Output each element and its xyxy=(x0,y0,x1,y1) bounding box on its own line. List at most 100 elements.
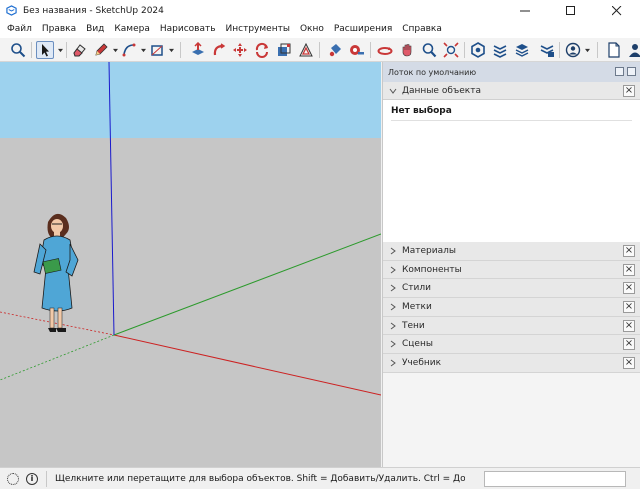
pan-tool-button[interactable] xyxy=(398,41,416,59)
close-panel-button[interactable]: × xyxy=(623,301,635,314)
panel-label: Тени xyxy=(402,320,425,331)
search-tool-button[interactable] xyxy=(9,41,27,59)
menu-draw[interactable]: Нарисовать xyxy=(155,21,221,38)
scale-tool-button[interactable] xyxy=(275,41,293,59)
paint-bucket-tool-button[interactable] xyxy=(326,41,344,59)
chevron-down-icon[interactable] xyxy=(113,48,118,53)
warehouse-icon xyxy=(471,42,485,58)
panel-tags[interactable]: Метки × xyxy=(383,298,640,317)
main-toolbar xyxy=(0,38,640,62)
panel-label: Материалы xyxy=(402,245,456,256)
panel-materials[interactable]: Материалы × xyxy=(383,242,640,261)
tray-header: Лоток по умолчанию xyxy=(383,62,640,82)
document-icon xyxy=(608,42,620,58)
panel-shadows[interactable]: Тени × xyxy=(383,316,640,336)
eraser-icon xyxy=(73,44,86,57)
menu-camera[interactable]: Камера xyxy=(109,21,154,38)
chevron-right-icon xyxy=(390,247,396,255)
menu-help[interactable]: Справка xyxy=(397,21,447,38)
pin-tray-button[interactable] xyxy=(615,67,624,76)
red-axis xyxy=(113,334,381,396)
menu-window[interactable]: Окно xyxy=(295,21,329,38)
chevron-down-icon[interactable] xyxy=(585,48,590,53)
minimize-button[interactable] xyxy=(502,0,548,21)
menu-extensions[interactable]: Расширения xyxy=(329,21,397,38)
new-file-button[interactable] xyxy=(605,41,623,59)
person-icon xyxy=(629,44,640,57)
zoom-extents-tool-button[interactable] xyxy=(442,41,460,59)
close-panel-button[interactable]: × xyxy=(623,282,635,295)
layout-button[interactable] xyxy=(513,41,531,59)
move-icon xyxy=(233,43,247,57)
drawing-viewport[interactable] xyxy=(0,62,381,467)
chevron-right-icon xyxy=(390,322,396,329)
account-button[interactable] xyxy=(564,41,582,59)
user-circle-icon xyxy=(565,42,581,58)
menu-edit[interactable]: Правка xyxy=(37,21,81,38)
entity-info-body: Нет выбора xyxy=(383,100,640,242)
maximize-button[interactable] xyxy=(548,0,594,21)
measurements-box[interactable] xyxy=(484,471,626,487)
follow-me-tool-button[interactable] xyxy=(210,41,228,59)
arc-icon xyxy=(122,43,136,57)
zoom-extents-icon xyxy=(443,42,459,58)
close-tray-button[interactable] xyxy=(627,67,636,76)
close-panel-button[interactable]: × xyxy=(623,245,635,257)
rectangle-icon xyxy=(151,45,163,56)
green-axis-negative xyxy=(0,334,115,381)
title-bar: Без названия - SketchUp 2024 xyxy=(0,0,640,21)
close-panel-button[interactable]: × xyxy=(623,263,635,276)
pencil-icon xyxy=(95,43,108,56)
move-tool-button[interactable] xyxy=(231,41,249,59)
orbit-tool-button[interactable] xyxy=(376,41,394,59)
pencil-tool-button[interactable] xyxy=(92,41,110,59)
panel-label: Метки xyxy=(402,301,432,312)
menu-bar: Файл Правка Вид Камера Нарисовать Инстру… xyxy=(0,21,640,38)
chevron-right-icon xyxy=(390,303,396,311)
paint-bucket-icon xyxy=(329,44,341,57)
eraser-tool-button[interactable] xyxy=(70,41,88,59)
close-panel-button[interactable]: × xyxy=(623,85,635,97)
window-title: Без названия - SketchUp 2024 xyxy=(23,5,164,16)
menu-file[interactable]: Файл xyxy=(2,21,37,38)
panel-styles[interactable]: Стили × xyxy=(383,279,640,299)
chevron-down-icon[interactable] xyxy=(169,48,174,53)
panel-scenes[interactable]: Сцены × xyxy=(383,335,640,355)
close-panel-button[interactable]: × xyxy=(623,319,635,332)
scale-figure xyxy=(33,213,79,332)
arc-tool-button[interactable] xyxy=(120,41,138,59)
select-tool-button[interactable] xyxy=(36,41,54,59)
chevron-down-icon[interactable] xyxy=(58,48,63,53)
panel-label: Стили xyxy=(402,283,431,294)
geo-location-icon[interactable] xyxy=(7,472,19,485)
offset-tool-button[interactable] xyxy=(297,41,315,59)
entity-info-header[interactable]: Данные объекта × xyxy=(383,82,640,100)
rotate-tool-button[interactable] xyxy=(253,41,271,59)
chevron-down-icon[interactable] xyxy=(141,48,146,53)
default-tray: Лоток по умолчанию Данные объекта × Нет … xyxy=(382,62,640,467)
rotate-icon xyxy=(255,42,268,58)
green-axis xyxy=(113,233,381,336)
rectangle-tool-button[interactable] xyxy=(148,41,166,59)
zoom-tool-button[interactable] xyxy=(420,41,438,59)
close-panel-button[interactable]: × xyxy=(623,357,635,370)
selection-status: Нет выбора xyxy=(391,106,632,121)
sketchup-logo-icon xyxy=(6,5,17,16)
info-icon[interactable]: i xyxy=(26,472,38,485)
tape-measure-tool-button[interactable] xyxy=(348,41,366,59)
extension-manager-button[interactable] xyxy=(538,41,556,59)
profile-button[interactable] xyxy=(626,41,640,59)
menu-tools[interactable]: Инструменты xyxy=(221,21,295,38)
hand-icon xyxy=(402,44,412,57)
close-panel-button[interactable]: × xyxy=(623,338,635,351)
panel-components[interactable]: Компоненты × xyxy=(383,260,640,280)
menu-view[interactable]: Вид xyxy=(81,21,109,38)
panel-label: Компоненты xyxy=(402,264,462,275)
push-pull-tool-button[interactable] xyxy=(189,41,207,59)
divider xyxy=(46,470,47,487)
extension-warehouse-button[interactable] xyxy=(491,41,509,59)
push-pull-icon xyxy=(192,42,204,55)
3d-warehouse-button[interactable] xyxy=(469,41,487,59)
panel-instructor[interactable]: Учебник × xyxy=(383,354,640,373)
close-window-button[interactable] xyxy=(594,0,640,21)
